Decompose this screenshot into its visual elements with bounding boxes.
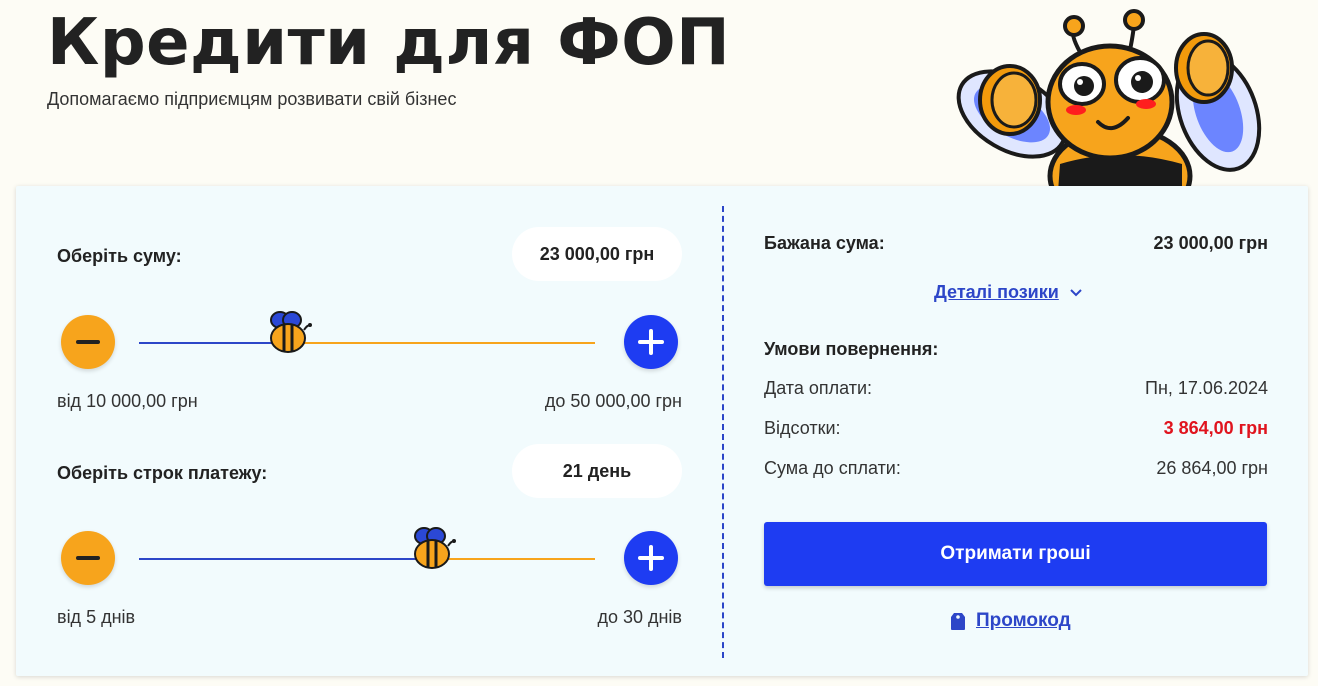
term-increase-button[interactable] bbox=[624, 531, 678, 585]
term-value-box[interactable]: 21 день bbox=[512, 444, 682, 498]
promo-code-link[interactable]: Промокод bbox=[950, 610, 1071, 632]
total-due-label: Сума до сплати: bbox=[764, 458, 901, 478]
total-due-value: 26 864,00 грн bbox=[1156, 458, 1268, 478]
promo-code-label: Промокод bbox=[976, 610, 1071, 631]
amount-slider-thumb-icon[interactable] bbox=[266, 310, 312, 356]
loan-details-link[interactable]: Деталі позики bbox=[934, 282, 1083, 303]
amount-slider-fill bbox=[139, 342, 287, 344]
loan-calculator-card: Оберіть суму: 23 000,00 грн від 10 000,0… bbox=[16, 186, 1308, 676]
get-money-button[interactable]: Отримати гроші bbox=[764, 522, 1267, 586]
chevron-down-icon bbox=[1070, 288, 1082, 296]
term-max-label: до 30 днів bbox=[597, 607, 682, 627]
divider bbox=[722, 206, 724, 658]
desired-amount-label: Бажана сума: bbox=[764, 233, 885, 253]
loan-details-label: Деталі позики bbox=[934, 282, 1059, 302]
amount-max-label: до 50 000,00 грн bbox=[544, 391, 682, 411]
plus-icon bbox=[638, 329, 664, 355]
amount-label: Оберіть суму: bbox=[57, 246, 182, 266]
page-title: Кредити для ФОП bbox=[47, 6, 731, 80]
repayment-conditions-title: Умови повернення: bbox=[764, 339, 939, 359]
minus-icon bbox=[76, 340, 100, 344]
term-min-label: від 5 днів bbox=[57, 607, 136, 627]
tag-icon bbox=[951, 613, 965, 630]
interest-label: Відсотки: bbox=[764, 418, 841, 438]
amount-increase-button[interactable] bbox=[624, 315, 678, 369]
page-subtitle: Допомагаємо підприємцям розвивати свій б… bbox=[47, 89, 457, 109]
minus-icon bbox=[76, 556, 100, 560]
amount-value-box[interactable]: 23 000,00 грн bbox=[512, 227, 682, 281]
amount-min-label: від 10 000,00 грн bbox=[57, 391, 198, 411]
desired-amount-value: 23 000,00 грн bbox=[1153, 233, 1268, 253]
interest-value: 3 864,00 грн bbox=[1163, 418, 1268, 438]
bee-mascot bbox=[956, 9, 1262, 192]
term-slider-thumb-icon[interactable] bbox=[410, 526, 456, 572]
term-label: Оберіть строк платежу: bbox=[57, 463, 268, 483]
payment-date-value: Пн, 17.06.2024 bbox=[1145, 378, 1268, 398]
amount-decrease-button[interactable] bbox=[61, 315, 115, 369]
plus-icon bbox=[638, 545, 664, 571]
amount-slider-track[interactable] bbox=[287, 342, 595, 344]
term-decrease-button[interactable] bbox=[61, 531, 115, 585]
term-slider-fill bbox=[139, 558, 431, 560]
payment-date-label: Дата оплати: bbox=[764, 378, 873, 398]
